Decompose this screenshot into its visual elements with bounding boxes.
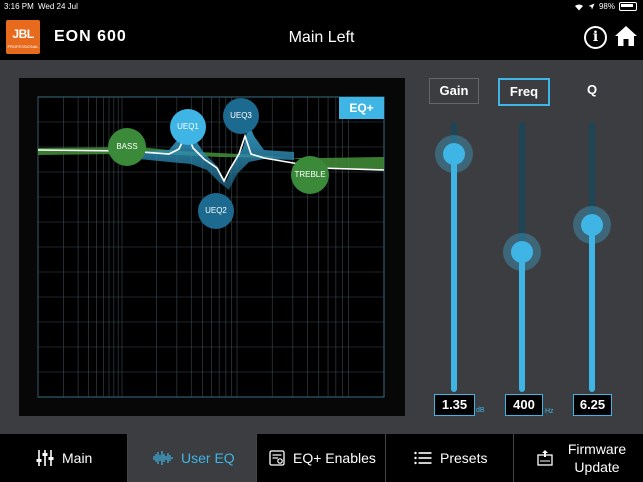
tab-eq-enables[interactable]: EQ+ Enables xyxy=(257,434,386,482)
freq-unit: Hz xyxy=(545,408,554,415)
freq-value-field[interactable]: 400 xyxy=(505,394,543,416)
tab-eq-enables-label: EQ+ Enables xyxy=(293,450,376,466)
tab-presets[interactable]: Presets xyxy=(386,434,514,482)
location-icon xyxy=(588,3,595,10)
bass-node[interactable]: BASS xyxy=(108,128,146,166)
freq-label[interactable]: Freq xyxy=(498,78,550,106)
ueq3-node[interactable]: UEQ3 xyxy=(223,98,259,134)
ueq1-node[interactable]: UEQ1 xyxy=(170,109,206,145)
battery-percent: 98% xyxy=(598,2,615,11)
tab-main-label: Main xyxy=(62,450,93,466)
tab-main[interactable]: Main xyxy=(0,434,128,482)
gain-label[interactable]: Gain xyxy=(429,78,479,104)
ueq2-node[interactable]: UEQ2 xyxy=(198,193,234,229)
tab-firmware-update[interactable]: Firmware Update xyxy=(514,434,643,482)
battery-icon xyxy=(619,2,637,11)
bottom-tab-bar: Main User EQ EQ+ Enables Presets Firmwar… xyxy=(0,434,643,482)
gain-fill xyxy=(451,154,457,392)
wifi-icon xyxy=(574,3,583,11)
firmware-chip-icon xyxy=(537,450,553,466)
ueq1-label: UEQ1 xyxy=(177,122,199,131)
app-header: JBL PROFESSIONAL EON 600 Main Left i xyxy=(0,14,643,60)
status-bar: 3:16 PM Wed 24 Jul 98% xyxy=(0,0,643,14)
info-button[interactable]: i xyxy=(584,26,607,49)
status-right: 98% xyxy=(574,2,637,11)
sliders-icon xyxy=(36,450,54,466)
tab-user-eq-label: User EQ xyxy=(181,450,235,466)
info-icon: i xyxy=(592,29,599,45)
tab-user-eq[interactable]: User EQ xyxy=(128,434,257,482)
status-time: 3:16 PM xyxy=(4,2,34,11)
eq-plus-button[interactable]: EQ+ xyxy=(339,97,384,119)
ueq3-label: UEQ3 xyxy=(230,111,252,120)
freq-fill xyxy=(519,251,525,392)
eq-graph[interactable] xyxy=(19,78,405,416)
freq-thumb[interactable] xyxy=(511,240,533,263)
status-date: Wed 24 Jul xyxy=(38,2,78,11)
eq-graph-panel[interactable]: EQ+ BASS UEQ1 UEQ3 UEQ2 TREBLE xyxy=(19,78,405,416)
home-icon[interactable] xyxy=(614,24,638,48)
settings-list-icon xyxy=(269,450,285,466)
q-thumb[interactable] xyxy=(581,213,603,236)
tab-presets-label: Presets xyxy=(440,450,488,466)
list-icon xyxy=(414,451,432,465)
bass-label: BASS xyxy=(116,142,138,151)
ueq2-label: UEQ2 xyxy=(205,206,227,215)
waveform-icon xyxy=(153,451,173,465)
treble-label: TREBLE xyxy=(294,170,326,179)
q-label[interactable]: Q xyxy=(575,78,609,102)
tab-firmware-label: Firmware Update xyxy=(567,441,627,475)
q-value-field[interactable]: 6.25 xyxy=(573,394,612,416)
gain-unit: dB xyxy=(476,407,485,414)
gain-value-field[interactable]: 1.35 xyxy=(434,394,475,416)
page-title: Main Left xyxy=(288,29,355,46)
q-fill xyxy=(589,224,595,392)
treble-node[interactable]: TREBLE xyxy=(291,156,329,194)
